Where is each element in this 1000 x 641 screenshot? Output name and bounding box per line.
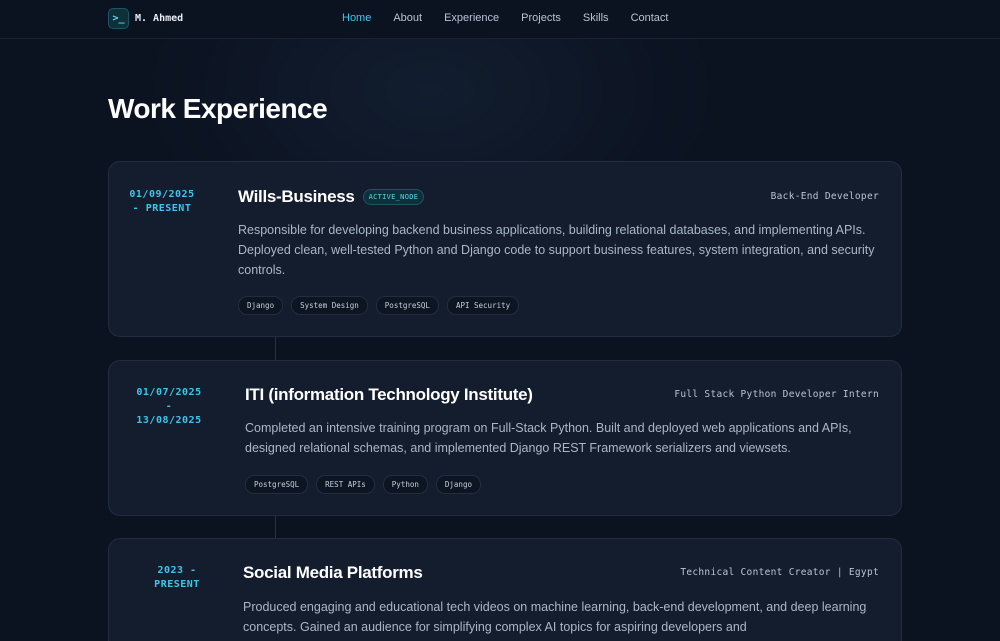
experience-description: Produced engaging and educational tech v… [243,600,867,634]
date-start: 2023 - [157,565,197,576]
nav-skills[interactable]: Skills [583,12,609,24]
tag-list: Django System Design PostgreSQL API Secu… [238,296,520,315]
timeline-connector [275,337,276,360]
company-name: ITI (information Technology Institute) [245,385,533,404]
nav-projects[interactable]: Projects [521,12,561,24]
experience-company: ITI (information Technology Institute) [245,385,533,405]
company-name: Wills-Business [238,187,355,206]
date-end: - PRESENT [132,203,192,214]
experience-description: Responsible for developing backend busin… [238,223,875,277]
experience-date: 2023 - PRESENT [109,564,245,592]
tag: Django [435,475,481,494]
experience-company: Social Media Platforms [243,563,423,583]
experience-role: Technical Content Creator | Egypt [680,567,879,578]
nav-contact[interactable]: Contact [631,12,669,24]
tag: Python [382,475,428,494]
tag: PostgreSQL [245,475,309,494]
company-name: Social Media Platforms [243,563,423,582]
top-navbar: >_ M. Ahmed Home About Experience Projec… [0,0,1000,39]
date-end: PRESENT [154,579,200,590]
page-title: Work Experience [108,93,328,124]
brand-name: M. Ahmed [135,12,184,24]
tag: API Security [446,296,520,315]
experience-date: 01/09/2025 - PRESENT [109,188,215,216]
date-separator: - [165,401,173,412]
date-end: 13/08/2025 [136,415,202,426]
date-start: 01/09/2025 [129,189,195,200]
nav-experience[interactable]: Experience [444,12,499,24]
date-start: 01/07/2025 [136,387,202,398]
nav-links: Home About Experience Projects Skills Co… [342,12,668,24]
experience-card-wills-business: 01/09/2025 - PRESENT Wills-Business ACTI… [108,161,902,337]
status-badge: ACTIVE_NODE [362,189,425,205]
experience-card-social-media: 2023 - PRESENT Social Media Platforms Te… [108,538,902,641]
experience-date: 01/07/2025 - 13/08/2025 [109,386,229,428]
tag: Django [238,296,284,315]
terminal-prompt-icon: >_ [108,7,129,29]
nav-about[interactable]: About [393,12,422,24]
experience-card-iti: 01/07/2025 - 13/08/2025 ITI (information… [108,360,902,516]
experience-description: Completed an intensive training program … [245,421,852,455]
brand[interactable]: >_ M. Ahmed [108,7,183,29]
tag: REST APIs [316,475,375,494]
nav-home[interactable]: Home [342,12,371,24]
tag-list: PostgreSQL REST APIs Python Django [245,475,481,494]
experience-company: Wills-Business ACTIVE_NODE [238,187,425,207]
tag: System Design [291,296,368,315]
experience-role: Back-End Developer [770,191,879,202]
timeline-connector [275,516,276,538]
tag: PostgreSQL [375,296,439,315]
experience-role: Full Stack Python Developer Intern [674,389,879,400]
